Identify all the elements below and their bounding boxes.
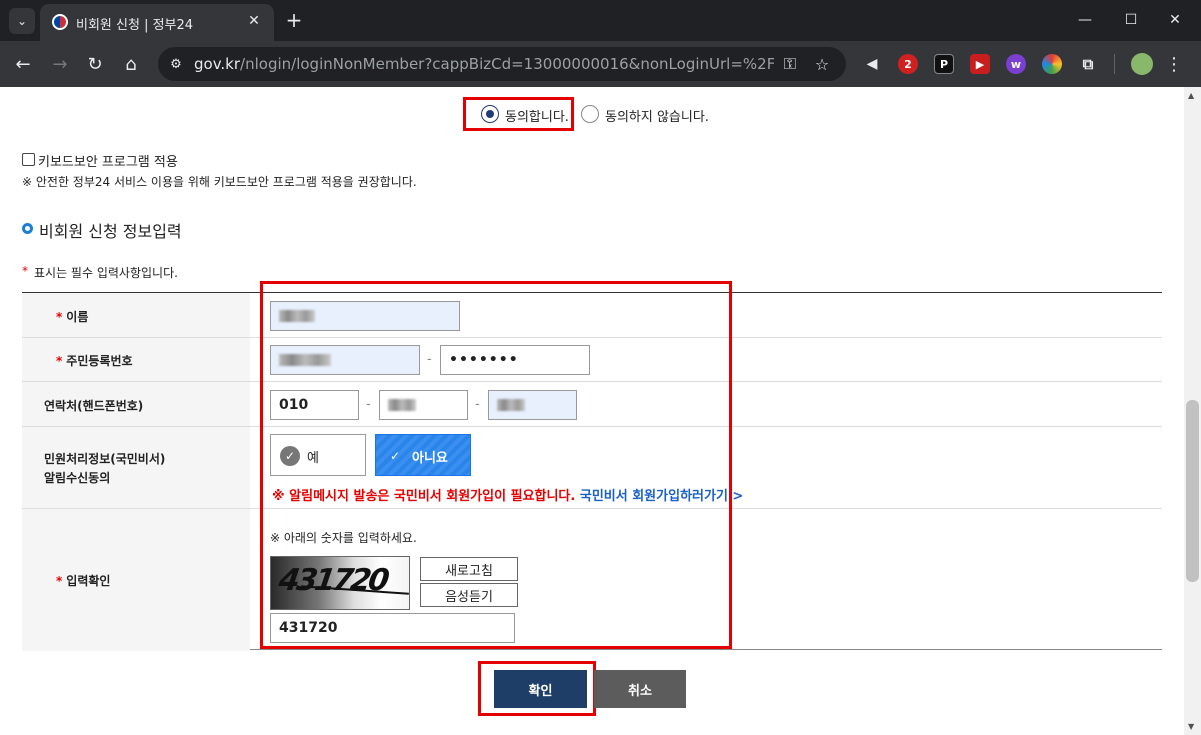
scroll-up-arrow-icon[interactable]: ▲ <box>1188 91 1194 100</box>
extension-w-icon[interactable]: w <box>1006 54 1026 74</box>
forward-button[interactable]: → <box>46 50 74 78</box>
agree-label[interactable]: 동의합니다. <box>505 106 569 125</box>
profile-avatar[interactable] <box>1131 53 1153 75</box>
notify-label-line1: 민원처리정보(국민비서) <box>44 452 166 466</box>
page-scrollbar[interactable]: ▲ ▼ <box>1184 87 1201 735</box>
confirm-button[interactable]: 확인 <box>494 670 587 708</box>
scroll-thumb[interactable] <box>1186 400 1199 582</box>
close-tab-icon[interactable]: ✕ <box>244 11 264 31</box>
keyboard-security-note: ※ 안전한 정부24 서비스 이용을 위해 키보드보안 프로그램 적용을 권장합… <box>22 175 417 189</box>
extension-red-icon[interactable]: 2 <box>898 54 918 74</box>
rrn-label: * 주민등록번호 <box>56 354 133 368</box>
section-bullet-icon <box>22 223 33 234</box>
chevron-down-icon: ⌄ <box>16 14 28 28</box>
back-button[interactable]: ← <box>9 50 37 78</box>
password-key-icon[interactable]: ⚿ <box>780 54 800 74</box>
keyboard-security-label[interactable]: 키보드보안 프로그램 적용 <box>38 151 178 170</box>
url-text[interactable]: gov.kr/nlogin/loginNonMember?cappBizCd=1… <box>194 55 774 73</box>
arrow-left-icon: ← <box>15 53 31 75</box>
required-note: 표시는 필수 입력사항입니다. <box>34 266 178 280</box>
required-marker: * <box>22 264 28 278</box>
extension-color-icon[interactable] <box>1042 54 1062 74</box>
extensions-puzzle-icon[interactable]: ⧉ <box>1078 54 1098 74</box>
notify-label-line2: 알림수신동의 <box>44 471 111 485</box>
plus-icon: + <box>285 8 303 32</box>
bookmark-star-icon[interactable]: ☆ <box>812 54 832 74</box>
disagree-radio[interactable] <box>581 105 599 123</box>
extension-play-icon[interactable]: ▶ <box>970 54 990 74</box>
scroll-down-arrow-icon[interactable]: ▼ <box>1188 722 1194 731</box>
home-icon: ⌂ <box>125 53 137 75</box>
active-tab[interactable]: 비회원 신청 | 정부24 ✕ <box>40 4 274 41</box>
row-notify-header: 민원처리정보(국민비서) 알림수신동의 <box>22 427 250 508</box>
home-button[interactable]: ⌂ <box>117 50 145 78</box>
site-info-icon[interactable]: ⚙ <box>166 54 186 74</box>
toolbar-divider <box>1114 54 1115 74</box>
new-tab-button[interactable]: + <box>282 8 306 32</box>
cancel-label: 취소 <box>628 683 652 699</box>
url-host: gov.kr <box>194 55 241 73</box>
tab-strip: ⌄ 비회원 신청 | 정부24 ✕ + — ☐ ✕ <box>0 0 1201 41</box>
address-bar[interactable]: ⚙ gov.kr/nlogin/loginNonMember?cappBizCd… <box>158 47 846 81</box>
name-label: * 이름 <box>56 310 89 324</box>
reload-button[interactable]: ↻ <box>81 50 109 78</box>
cancel-button[interactable]: 취소 <box>594 670 686 708</box>
reload-icon: ↻ <box>87 53 103 75</box>
speaker-icon[interactable]: ◀ <box>862 54 882 74</box>
extension-badge: 2 <box>904 57 912 71</box>
highlight-form-inputs <box>260 281 732 649</box>
agree-radio[interactable] <box>481 105 499 123</box>
disagree-label[interactable]: 동의하지 않습니다. <box>605 106 709 125</box>
section-title: 비회원 신청 정보입력 <box>39 222 182 241</box>
browser-toolbar: ← → ↻ ⌂ ⚙ gov.kr/nlogin/loginNonMember?c… <box>0 41 1201 87</box>
phone-label: 연락처(핸드폰번호) <box>44 399 144 413</box>
row-name-header: * 이름 <box>22 293 250 337</box>
arrow-right-icon: → <box>52 53 68 75</box>
row-captcha-header: * 입력확인 <box>22 509 250 651</box>
minimize-button[interactable]: — <box>1070 6 1100 34</box>
page-content: 동의합니다. 동의하지 않습니다. 키보드보안 프로그램 적용 ※ 안전한 정부… <box>0 87 1184 735</box>
tab-title: 비회원 신청 | 정부24 <box>76 18 194 33</box>
captcha-label: * 입력확인 <box>56 574 111 588</box>
row-phone-header: 연락처(핸드폰번호) <box>22 382 250 426</box>
maximize-button[interactable]: ☐ <box>1116 6 1146 34</box>
gov24-favicon-icon <box>52 14 68 30</box>
row-rrn-header: * 주민등록번호 <box>22 338 250 381</box>
application-form: * 이름 * 주민등록번호 - ••••••• 연락처(핸드폰번호) 010 - - <box>22 281 1162 651</box>
url-path: /nlogin/loginNonMember?cappBizCd=1300000… <box>240 55 774 73</box>
keyboard-security-checkbox[interactable] <box>22 153 35 166</box>
tab-search-button[interactable]: ⌄ <box>9 8 35 34</box>
confirm-label: 확인 <box>528 683 553 699</box>
extension-p-icon[interactable]: P <box>934 54 954 74</box>
menu-kebab-icon[interactable]: ⋮ <box>1160 50 1188 78</box>
close-window-button[interactable]: ✕ <box>1160 6 1190 34</box>
